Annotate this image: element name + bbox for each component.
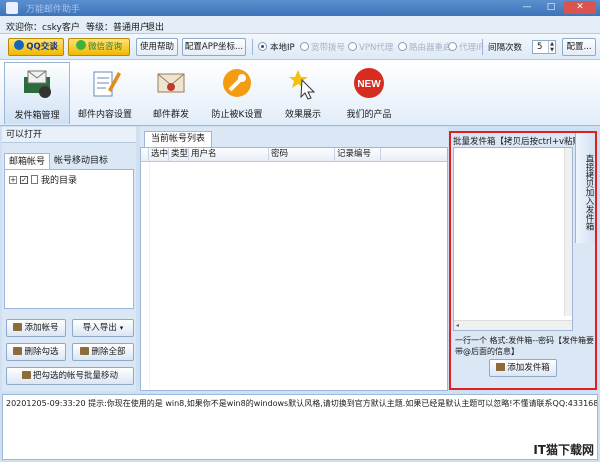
checkbox[interactable]: ✓ bbox=[20, 175, 28, 184]
close-button[interactable]: ✕ bbox=[564, 1, 596, 14]
column-record-id[interactable]: 记录编号 bbox=[335, 148, 381, 162]
directory-tree: + ✓ 我的目录 bbox=[4, 169, 134, 309]
tab-label: 邮件内容设置 bbox=[77, 110, 132, 120]
eraser-icon bbox=[80, 347, 90, 355]
tab-label: 效果展示 bbox=[284, 110, 321, 120]
interval-stepper[interactable]: 5 ▲ ▼ bbox=[532, 40, 556, 54]
column-select[interactable]: 选中 bbox=[149, 148, 169, 162]
watermark: IT猫下载网 bbox=[533, 443, 594, 457]
radio-proxy[interactable] bbox=[448, 42, 457, 51]
tree-item[interactable]: + ✓ 我的目录 bbox=[9, 173, 77, 186]
section-title: 可以打开 bbox=[2, 127, 136, 143]
account-panel: 可以打开 邮箱帐号 帐号移动目标 + ✓ 我的目录 添加帐号 导入导出 ▾ 删除勾… bbox=[2, 127, 136, 391]
tab-products[interactable]: NEW 我们的产品 bbox=[336, 62, 402, 124]
qq-icon bbox=[14, 40, 25, 50]
add-sender-button[interactable]: 添加发件箱 bbox=[489, 359, 557, 377]
table-header: 选中 类型 用户名 密码 记录编号 bbox=[141, 148, 447, 162]
add-icon bbox=[13, 323, 23, 331]
minimize-button[interactable]: — bbox=[516, 1, 538, 14]
window-title: 万能邮件助手 bbox=[26, 5, 81, 15]
radio-dialup-label: 宽带拨号 bbox=[311, 43, 346, 53]
horizontal-scrollbar[interactable]: ◂ bbox=[454, 320, 572, 330]
batch-header: 批量发件箱【拷贝后按ctrl+v粘贴】 bbox=[453, 137, 590, 147]
side-tab-direct-add[interactable]: 直接拷贝加入发件箱 bbox=[575, 133, 595, 243]
radio-router-label: 路由器重启 bbox=[409, 43, 452, 53]
envelope-icon bbox=[157, 73, 185, 93]
tab-effects[interactable]: 效果展示 bbox=[270, 62, 336, 124]
radio-dialup[interactable] bbox=[300, 42, 309, 51]
batch-sender-panel: 批量发件箱【拷贝后按ctrl+v粘贴】 ◂ 直接拷贝加入发件箱 一行一个 格式:… bbox=[449, 131, 597, 390]
interval-label: 间隔次数 bbox=[488, 43, 523, 53]
add-icon bbox=[496, 363, 506, 371]
tab-label: 防止被K设置 bbox=[211, 110, 263, 120]
move-icon bbox=[21, 371, 31, 379]
separator bbox=[252, 39, 253, 55]
tab-anti-block[interactable]: 防止被K设置 bbox=[204, 62, 270, 124]
column-username[interactable]: 用户名 bbox=[189, 148, 269, 162]
new-badge-icon: NEW bbox=[354, 68, 384, 98]
svg-text:NEW: NEW bbox=[357, 79, 381, 90]
add-account-button[interactable]: 添加帐号 bbox=[6, 319, 66, 337]
app-icon bbox=[6, 2, 18, 14]
toolbar: QQ交谈 微信咨询 使用帮助 配置APP坐标... 本地IP 宽带拨号 VPN代… bbox=[0, 34, 600, 60]
config-button[interactable]: 配置... bbox=[562, 38, 596, 56]
import-export-button[interactable]: 导入导出 ▾ bbox=[72, 319, 134, 337]
tab-mailbox-manage[interactable]: 发件箱管理 bbox=[4, 62, 70, 124]
wrench-icon bbox=[223, 69, 251, 97]
info-bar: 欢迎你：csky客户 等级：普通用户 退出 bbox=[0, 16, 600, 34]
tab-move-target[interactable]: 帐号移动目标 bbox=[50, 153, 112, 169]
dropdown-arrow-icon: ▾ bbox=[119, 324, 124, 332]
vertical-scrollbar[interactable] bbox=[564, 148, 572, 316]
radio-router[interactable] bbox=[398, 42, 407, 51]
account-list-panel: 当前帐号列表 选中 类型 用户名 密码 记录编号 bbox=[140, 127, 448, 391]
log-line[interactable]: 20201205-09:33:20 提示:你现在使用的是 win8,如果你不是w… bbox=[6, 399, 597, 408]
expand-icon[interactable]: + bbox=[9, 175, 17, 184]
mailbox-icon bbox=[24, 70, 51, 98]
eraser-icon bbox=[13, 347, 23, 355]
tab-bulk-send[interactable]: 邮件群发 bbox=[138, 62, 204, 124]
title-bar: 万能邮件助手 — □ ✕ bbox=[0, 0, 600, 16]
tab-label: 我们的产品 bbox=[346, 110, 392, 120]
radio-local-ip-label: 本地IP bbox=[270, 43, 295, 53]
separator bbox=[482, 39, 483, 55]
document-pen-icon bbox=[93, 71, 121, 97]
batch-move-button[interactable]: 把勾选的帐号批量移动 bbox=[6, 367, 134, 385]
ribbon: 发件箱管理 邮件内容设置 邮件群发 防止被K设置 效果展示 NEW 我们的产品 bbox=[0, 60, 600, 126]
logout-link[interactable]: 退出 bbox=[146, 20, 164, 33]
tab-label: 邮件群发 bbox=[152, 110, 189, 120]
stepper-arrows-icon[interactable]: ▲ ▼ bbox=[548, 41, 555, 53]
document-icon bbox=[31, 175, 38, 184]
radio-local-ip[interactable] bbox=[258, 42, 267, 51]
qq-chat-button[interactable]: QQ交谈 bbox=[8, 38, 64, 56]
column-password[interactable]: 密码 bbox=[269, 148, 335, 162]
batch-sender-textarea[interactable]: ◂ bbox=[453, 147, 573, 331]
wechat-icon bbox=[75, 40, 86, 50]
tab-mail-accounts[interactable]: 邮箱帐号 bbox=[4, 153, 51, 169]
tab-current-accounts[interactable]: 当前帐号列表 bbox=[144, 131, 213, 147]
column-divider bbox=[149, 162, 150, 390]
radio-vpn-label: VPN代理 bbox=[359, 43, 394, 53]
log-area: 20201205-09:33:20 提示:你现在使用的是 win8,如果你不是w… bbox=[2, 394, 598, 460]
user-level: 等级：普通用户 bbox=[86, 23, 150, 33]
tab-mail-content[interactable]: 邮件内容设置 bbox=[72, 62, 138, 124]
column-type[interactable]: 类型 bbox=[169, 148, 189, 162]
maximize-button[interactable]: □ bbox=[540, 1, 562, 14]
config-app-button[interactable]: 配置APP坐标... bbox=[182, 38, 246, 56]
radio-vpn[interactable] bbox=[348, 42, 357, 51]
welcome-text: 欢迎你：csky客户 bbox=[6, 23, 80, 33]
help-button[interactable]: 使用帮助 bbox=[136, 38, 178, 56]
delete-checked-button[interactable]: 删除勾选 bbox=[6, 343, 66, 361]
radio-proxy-label: 代理IP bbox=[459, 43, 484, 53]
tab-label: 发件箱管理 bbox=[14, 111, 60, 121]
delete-all-button[interactable]: 删除全部 bbox=[72, 343, 134, 361]
format-note: 一行一个 格式:发件箱--密码【发件箱要带@后面的信息】 bbox=[455, 336, 595, 356]
tree-item-label: 我的目录 bbox=[41, 176, 78, 186]
row-header-corner bbox=[141, 148, 149, 162]
wechat-consult-button[interactable]: 微信咨询 bbox=[68, 38, 130, 56]
cursor-star-icon bbox=[289, 70, 316, 100]
account-table: 选中 类型 用户名 密码 记录编号 bbox=[140, 147, 448, 391]
